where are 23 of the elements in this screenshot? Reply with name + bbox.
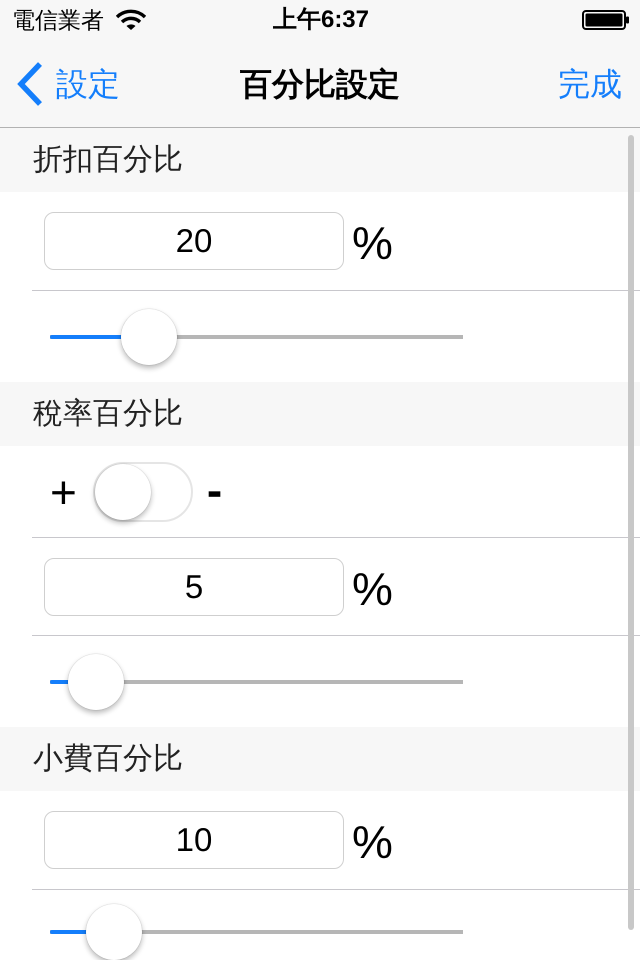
percent-field[interactable]: 20 xyxy=(44,212,344,270)
status-time: 上午6:37 xyxy=(272,8,370,32)
wifi-icon xyxy=(116,9,146,31)
done-button[interactable]: 完成 xyxy=(558,68,640,100)
slider-thumb[interactable] xyxy=(121,308,178,364)
plus-label: + xyxy=(50,468,77,514)
percent-field[interactable]: 5 xyxy=(44,558,344,616)
toggle-switch[interactable] xyxy=(92,462,193,522)
page-title: 百分比設定 xyxy=(240,68,400,100)
slider-thumb[interactable] xyxy=(86,904,142,960)
minus-label: - xyxy=(206,466,222,512)
percent-sign: % xyxy=(352,819,393,865)
carrier-name: 電信業者 xyxy=(12,8,104,32)
slider-thumb[interactable] xyxy=(68,654,124,710)
percent-sign: % xyxy=(352,566,393,612)
back-chevron-icon[interactable] xyxy=(16,60,44,106)
section-title: 稅率百分比 xyxy=(33,399,183,429)
battery-icon xyxy=(582,9,630,31)
back-button[interactable]: 設定 xyxy=(0,60,120,106)
section-title: 小費百分比 xyxy=(33,744,183,774)
percent-field[interactable]: 10 xyxy=(44,811,344,869)
percent-sign: % xyxy=(352,220,393,266)
section-title: 折扣百分比 xyxy=(33,145,183,175)
